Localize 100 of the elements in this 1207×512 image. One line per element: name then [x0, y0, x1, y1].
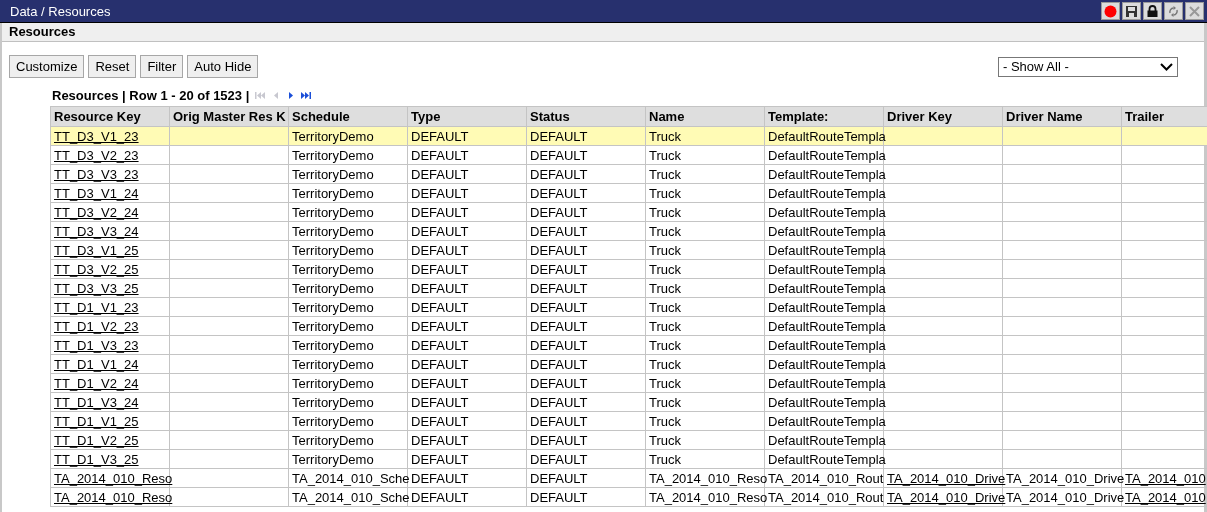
table-cell: Truck [645, 449, 765, 469]
table-cell: DEFAULT [407, 354, 527, 374]
last-page-icon[interactable] [300, 91, 312, 100]
toolbar-button[interactable]: Customize [9, 55, 85, 78]
table-cell: DefaultRouteTempla [764, 183, 884, 203]
column-header[interactable]: Schedule [288, 106, 408, 127]
table-cell: Truck [645, 335, 765, 355]
column-header[interactable]: Name [645, 106, 765, 127]
show-dropdown[interactable]: - Show All - [998, 56, 1178, 77]
table-cell: DEFAULT [526, 297, 646, 317]
table-cell: TerritoryDemo [288, 183, 408, 203]
table-cell: DEFAULT [407, 259, 527, 279]
table-cell: DEFAULT [407, 164, 527, 184]
table-cell: DefaultRouteTempla [764, 221, 884, 241]
table-cell: DefaultRouteTempla [764, 335, 884, 355]
table-cell: TerritoryDemo [288, 145, 408, 165]
link[interactable]: TA_2014_010_Reso [54, 470, 173, 486]
column-header[interactable]: Trailer [1121, 106, 1207, 127]
column-header[interactable]: Template: [764, 106, 884, 127]
table-cell: DefaultRouteTempla [764, 373, 884, 393]
table-cell: DEFAULT [526, 411, 646, 431]
table-cell: DEFAULT [526, 240, 646, 260]
table-cell: TA_2014_010_Sche [288, 487, 408, 507]
table-cell: DefaultRouteTempla [764, 354, 884, 374]
table-cell: TerritoryDemo [288, 297, 408, 317]
table-cell: DEFAULT [526, 183, 646, 203]
table-cell: TerritoryDemo [288, 316, 408, 336]
toolbar-button[interactable]: Reset [88, 55, 137, 78]
table-cell: DEFAULT [526, 430, 646, 450]
table-cell: TerritoryDemo [288, 373, 408, 393]
table-cell: Truck [645, 202, 765, 222]
table-cell: DEFAULT [407, 411, 527, 431]
table-cell: DEFAULT [407, 449, 527, 469]
table-cell: Truck [645, 259, 765, 279]
table-cell: Truck [645, 240, 765, 260]
window-title: Data / Resources [10, 3, 111, 19]
table-cell: DefaultRouteTempla [764, 297, 884, 317]
table-cell: DefaultRouteTempla [764, 316, 884, 336]
table-cell: Truck [645, 373, 765, 393]
lock-icon[interactable] [1147, 5, 1158, 17]
chevron-icon [1160, 62, 1173, 71]
column-header[interactable]: Resource Key [50, 106, 170, 127]
table-cell: DEFAULT [407, 297, 527, 317]
close-icon[interactable] [1189, 5, 1200, 17]
table-cell: Truck [645, 411, 765, 431]
pager-text: Resources | Row 1 - 20 of 1523 | [52, 88, 250, 103]
table-cell: TerritoryDemo [288, 392, 408, 412]
next-page-icon[interactable] [286, 91, 295, 100]
table-cell: DefaultRouteTempla [764, 164, 884, 184]
column-header[interactable]: Orig Master Res K [169, 106, 289, 127]
table-cell: DEFAULT [526, 164, 646, 184]
record-icon[interactable] [1104, 4, 1117, 18]
table-cell: DEFAULT [526, 145, 646, 165]
table-cell: DefaultRouteTempla [764, 449, 884, 469]
column-header[interactable]: Type [407, 106, 527, 127]
table-cell: DEFAULT [526, 468, 646, 488]
table-cell: DEFAULT [526, 221, 646, 241]
toolbar-button[interactable]: Auto Hide [187, 55, 259, 78]
save-icon[interactable] [1126, 5, 1137, 17]
table-cell: DEFAULT [526, 354, 646, 374]
column-header[interactable]: Status [526, 106, 646, 127]
table-cell: DEFAULT [407, 335, 527, 355]
table-cell: DEFAULT [526, 392, 646, 412]
table-cell: DEFAULT [526, 278, 646, 298]
table-cell: TerritoryDemo [288, 335, 408, 355]
table-cell: Truck [645, 164, 765, 184]
table-cell: DEFAULT [407, 316, 527, 336]
column-header[interactable]: Driver Name [1002, 106, 1122, 127]
table-cell: TA_2014_010_Reso [645, 468, 765, 488]
table-cell: TerritoryDemo [288, 164, 408, 184]
table-cell: Truck [645, 183, 765, 203]
table-cell: DEFAULT [526, 259, 646, 279]
table-cell: DEFAULT [526, 449, 646, 469]
table-cell: DefaultRouteTempla [764, 240, 884, 260]
table-cell: TerritoryDemo [288, 449, 408, 469]
table-cell: Truck [645, 221, 765, 241]
table-cell: Truck [645, 392, 765, 412]
table-cell: DefaultRouteTempla [764, 278, 884, 298]
refresh-icon[interactable] [1168, 4, 1179, 18]
table-cell: DEFAULT [407, 392, 527, 412]
table-cell: Truck [645, 316, 765, 336]
table-cell: DefaultRouteTempla [764, 202, 884, 222]
table-cell: DEFAULT [407, 430, 527, 450]
table-cell: TA_2014_010_Reso [645, 487, 765, 507]
link[interactable]: TA_2014_010_Reso [54, 489, 173, 505]
table-cell: TerritoryDemo [288, 259, 408, 279]
table-cell: DEFAULT [407, 373, 527, 393]
table-cell: TA_2014_010_Sche [288, 468, 408, 488]
table-cell: DEFAULT [526, 487, 646, 507]
table-cell: TerritoryDemo [288, 240, 408, 260]
table-cell: Truck [645, 145, 765, 165]
table-cell: TerritoryDemo [288, 202, 408, 222]
toolbar-button[interactable]: Filter [140, 55, 184, 78]
table-cell: DEFAULT [407, 278, 527, 298]
column-header[interactable]: Driver Key [883, 106, 1003, 127]
table-cell: DEFAULT [526, 316, 646, 336]
table-cell: DefaultRouteTempla [764, 259, 884, 279]
table-cell: DefaultRouteTempla [764, 430, 884, 450]
section-title: Resources [2, 23, 1204, 42]
table-cell: DefaultRouteTempla [764, 392, 884, 412]
